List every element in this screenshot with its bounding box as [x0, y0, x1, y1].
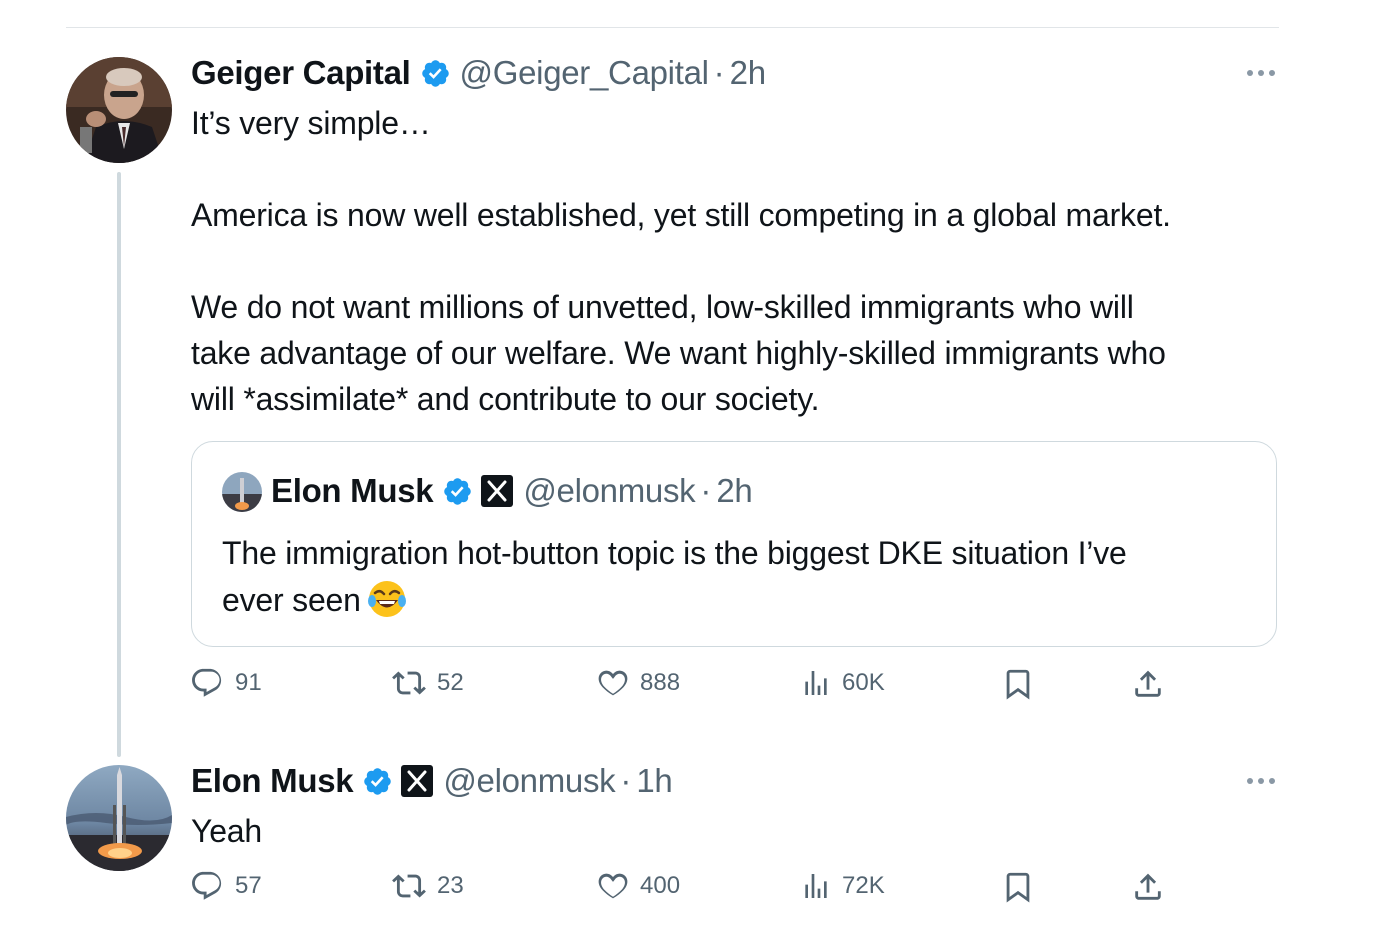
x-badge-icon[interactable] [480, 474, 514, 508]
dot-separator: · [713, 54, 725, 91]
like-button[interactable]: 400 [596, 869, 680, 903]
reply-icon [192, 668, 222, 697]
quote-text: The immigration hot-button topic is the … [222, 530, 1252, 632]
reply-button[interactable]: 91 [191, 666, 262, 700]
tweet-timestamp[interactable]: 2h [730, 54, 766, 92]
repost-button[interactable]: 23 [391, 869, 464, 903]
share-icon [1135, 670, 1161, 697]
top-divider [66, 27, 1279, 28]
quote-author-name[interactable]: Elon Musk [271, 472, 434, 510]
verified-icon [442, 476, 473, 507]
tweet-timestamp[interactable]: 1h [636, 762, 672, 800]
thread-connector-line [117, 172, 121, 757]
author-name[interactable]: Elon Musk [191, 762, 354, 800]
more-icon[interactable] [1244, 774, 1278, 788]
tweet-actions: 57 23 400 72K [191, 869, 1171, 909]
verified-icon [362, 766, 393, 797]
views-button[interactable]: 60K [800, 666, 885, 700]
tweet-header: Elon Musk @elonmusk · 1h [191, 760, 673, 802]
reply-count: 57 [235, 872, 262, 899]
quote-header: Elon Musk @elonmusk · 2h [271, 472, 753, 510]
views-count: 72K [842, 872, 885, 899]
author-name[interactable]: Geiger Capital [191, 54, 411, 92]
reply-icon [192, 871, 222, 900]
dot-separator: · [700, 472, 712, 509]
quote-timestamp[interactable]: 2h [716, 472, 752, 510]
like-count: 888 [640, 669, 681, 696]
tweet-text: Yeah [191, 813, 262, 849]
quote-text-content: The immigration hot-button topic is the … [222, 535, 1127, 618]
views-icon [805, 874, 827, 898]
quote-avatar-elon-musk[interactable] [222, 472, 262, 512]
bookmark-icon [1006, 872, 1030, 903]
share-icon [1135, 873, 1161, 900]
tweet-text: It’s very simple… America is now well es… [191, 105, 1171, 417]
views-button[interactable]: 72K [800, 869, 885, 903]
repost-count: 52 [437, 669, 464, 696]
author-handle[interactable]: @elonmusk [443, 762, 615, 800]
like-button[interactable]: 888 [596, 666, 680, 700]
like-count: 400 [640, 872, 681, 899]
face-with-tears-of-joy-icon [367, 579, 407, 632]
like-icon [598, 670, 628, 696]
like-icon [598, 873, 628, 899]
share-button[interactable] [1131, 666, 1165, 702]
reply-count: 91 [235, 669, 262, 696]
tweet-header: Geiger Capital @Geiger_Capital · 2h [191, 52, 766, 94]
bookmark-button[interactable] [1001, 666, 1035, 702]
repost-button[interactable]: 52 [391, 666, 464, 700]
repost-count: 23 [437, 872, 464, 899]
reply-button[interactable]: 57 [191, 869, 262, 903]
avatar-elon-musk[interactable] [66, 765, 172, 871]
repost-icon [392, 874, 426, 898]
repost-icon [392, 671, 426, 695]
bookmark-button[interactable] [1001, 869, 1035, 905]
views-count: 60K [842, 669, 885, 696]
verified-icon [420, 58, 451, 89]
dot-separator: · [620, 762, 632, 799]
tweet-actions: 91 52 888 60K [191, 666, 1171, 706]
x-badge-icon[interactable] [400, 764, 434, 798]
author-handle[interactable]: @Geiger_Capital [460, 54, 709, 92]
avatar-geiger-capital[interactable] [66, 57, 172, 163]
quoted-tweet-card[interactable]: Elon Musk @elonmusk · 2h The immigration… [191, 441, 1277, 647]
views-icon [805, 671, 827, 695]
more-icon[interactable] [1244, 66, 1278, 80]
quote-author-handle[interactable]: @elonmusk [523, 472, 695, 510]
share-button[interactable] [1131, 869, 1165, 905]
bookmark-icon [1006, 669, 1030, 700]
